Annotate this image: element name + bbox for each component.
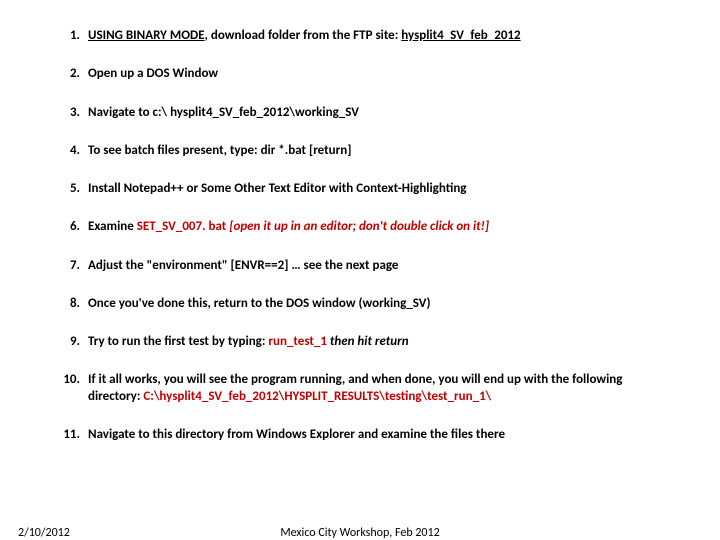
item-content: Try to run the first test by typing: run… <box>88 334 672 350</box>
text: Try to run the first test by typing: <box>88 334 268 349</box>
text-red: run_test_1 <box>268 334 327 349</box>
list-item: 11. Navigate to this directory from Wind… <box>60 427 672 443</box>
item-content: USING BINARY MODE, download folder from … <box>88 28 672 44</box>
item-content: Once you've done this, return to the DOS… <box>88 296 672 312</box>
list-item: 6. Examine SET_SV_007. bat [open it up i… <box>60 219 672 235</box>
item-number: 9. <box>60 334 88 350</box>
footer-title: Mexico City Workshop, Feb 2012 <box>0 526 720 540</box>
text: , download folder from the FTP site: <box>205 28 402 43</box>
item-number: 11. <box>60 427 88 443</box>
item-number: 7. <box>60 258 88 274</box>
item-number: 3. <box>60 105 88 121</box>
item-content: To see batch files present, type: dir *.… <box>88 143 672 159</box>
list-item: 5. Install Notepad++ or Some Other Text … <box>60 181 672 197</box>
text-red: C:\hysplit4_SV_feb_2012\HYSPLIT_RESULTS\… <box>143 389 491 404</box>
list-item: 8. Once you've done this, return to the … <box>60 296 672 312</box>
item-content: Examine SET_SV_007. bat [open it up in a… <box>88 219 672 235</box>
list-item: 3. Navigate to c:\ hysplit4_SV_feb_2012\… <box>60 105 672 121</box>
item-number: 5. <box>60 181 88 197</box>
item-number: 1. <box>60 28 88 44</box>
item-content: Install Notepad++ or Some Other Text Edi… <box>88 181 672 197</box>
text-underlined: hysplit4_SV_feb_2012 <box>401 28 520 43</box>
item-number: 4. <box>60 143 88 159</box>
list-item: 7. Adjust the "environment" [ENVR==2] … … <box>60 258 672 274</box>
item-content: Adjust the "environment" [ENVR==2] … see… <box>88 258 672 274</box>
item-content: Open up a DOS Window <box>88 66 672 82</box>
slide-body: 1. USING BINARY MODE, download folder fr… <box>0 0 720 443</box>
text-italic: then hit return <box>327 334 409 349</box>
list-item: 9. Try to run the first test by typing: … <box>60 334 672 350</box>
list-item: 1. USING BINARY MODE, download folder fr… <box>60 28 672 44</box>
item-number: 10. <box>60 372 88 405</box>
item-number: 8. <box>60 296 88 312</box>
text: Examine <box>88 219 137 234</box>
list-item: 4. To see batch files present, type: dir… <box>60 143 672 159</box>
list-item: 2. Open up a DOS Window <box>60 66 672 82</box>
item-content: Navigate to c:\ hysplit4_SV_feb_2012\wor… <box>88 105 672 121</box>
item-number: 6. <box>60 219 88 235</box>
text-red: SET_SV_007. bat <box>137 219 227 234</box>
item-content: If it all works, you will see the progra… <box>88 372 672 405</box>
text-red-italic: [open it up in an editor; don't double c… <box>226 219 489 234</box>
text-underlined: USING BINARY MODE <box>88 28 205 43</box>
list-item: 10. If it all works, you will see the pr… <box>60 372 672 405</box>
item-number: 2. <box>60 66 88 82</box>
item-content: Navigate to this directory from Windows … <box>88 427 672 443</box>
